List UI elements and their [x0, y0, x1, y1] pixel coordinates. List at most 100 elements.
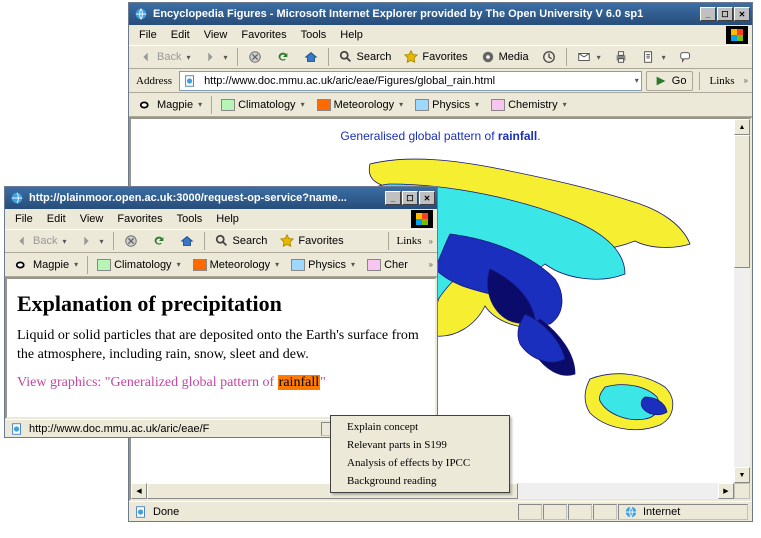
maximize-button[interactable]: ☐	[402, 191, 418, 205]
magpie-meteorology[interactable]: Meteorology ▾	[188, 255, 285, 275]
color-swatch	[97, 259, 111, 271]
home-button[interactable]	[174, 231, 200, 251]
go-button[interactable]: Go	[646, 71, 694, 91]
discuss-button[interactable]	[673, 47, 699, 67]
magpie-climatology[interactable]: Climatology▾	[216, 95, 309, 115]
home-icon	[303, 49, 319, 65]
close-button[interactable]: ✕	[419, 191, 435, 205]
magpie-item-label: Climatology	[114, 259, 171, 271]
highlighted-term[interactable]: rainfall	[278, 375, 320, 390]
address-input-wrap[interactable]: ▾	[179, 71, 642, 91]
magpie-climatology[interactable]: Climatology ▾	[92, 255, 185, 275]
ctx-analysis-ipcc[interactable]: Analysis of effects by IPCC	[333, 454, 507, 472]
v-scrollbar[interactable]: ▲ ▼	[734, 119, 750, 483]
menu-tools[interactable]: Tools	[295, 27, 333, 43]
chevron-down-icon: ▾	[399, 100, 403, 109]
refresh-button[interactable]	[270, 47, 296, 67]
magpie-button[interactable]: Magpie ▾	[133, 95, 207, 115]
history-button[interactable]	[536, 47, 562, 67]
minimize-button[interactable]: _	[385, 191, 401, 205]
address-input[interactable]	[202, 74, 629, 88]
magpie-chemistry[interactable]: Cher	[362, 255, 413, 275]
status-panel	[593, 504, 617, 520]
view-graphics-link[interactable]: View graphics: "Generalized global patte…	[17, 375, 425, 391]
scroll-down-button[interactable]: ▼	[734, 467, 750, 483]
search-button[interactable]: Search	[209, 231, 273, 251]
media-button[interactable]: Media	[475, 47, 534, 67]
stop-button[interactable]	[242, 47, 268, 67]
favorites-label: Favorites	[422, 51, 467, 63]
magpie-physics[interactable]: Physics▾	[410, 95, 484, 115]
status-url: http://www.doc.mmu.ac.uk/aric/eae/F	[29, 423, 317, 435]
refresh-button[interactable]	[146, 231, 172, 251]
chevron-down-icon: ▾	[177, 260, 181, 269]
chevron-right-icon[interactable]: »	[429, 260, 433, 269]
title-bar[interactable]: http://plainmoor.open.ac.uk:3000/request…	[5, 187, 437, 209]
title-bar[interactable]: Encyclopedia Figures - Microsoft Interne…	[129, 3, 752, 25]
toolbar-separator	[566, 48, 567, 66]
magpie-item-label: Meteorology	[210, 259, 271, 271]
menu-favorites[interactable]: Favorites	[111, 211, 168, 227]
search-label: Search	[233, 235, 268, 247]
menu-favorites[interactable]: Favorites	[235, 27, 292, 43]
chevron-down-icon: ▾	[186, 53, 190, 62]
back-button[interactable]: Back ▾	[133, 47, 195, 67]
window-control-buttons: _ ☐ ✕	[700, 7, 750, 21]
menu-file[interactable]: File	[133, 27, 163, 43]
close-button[interactable]: ✕	[734, 7, 750, 21]
history-icon	[541, 49, 557, 65]
magpie-physics[interactable]: Physics▾	[286, 255, 360, 275]
favorites-button[interactable]: Favorites	[398, 47, 472, 67]
print-button[interactable]	[608, 47, 634, 67]
scroll-right-button[interactable]: ▶	[718, 483, 734, 499]
back-button[interactable]: Back ▾	[9, 231, 71, 251]
mail-button[interactable]: ▾	[571, 47, 606, 67]
menu-file[interactable]: File	[9, 211, 39, 227]
magpie-meteorology[interactable]: Meteorology▾	[312, 95, 409, 115]
print-icon	[613, 49, 629, 65]
menu-view[interactable]: View	[74, 211, 110, 227]
zone-label: Internet	[643, 506, 680, 518]
magpie-chemistry[interactable]: Chemistry▾	[486, 95, 572, 115]
scroll-up-button[interactable]: ▲	[734, 119, 750, 135]
chevron-down-icon: ▾	[475, 100, 479, 109]
back-label: Back	[33, 235, 57, 247]
chevron-right-icon[interactable]: »	[429, 237, 433, 246]
search-button[interactable]: Search	[333, 47, 397, 67]
scroll-thumb[interactable]	[734, 135, 750, 268]
maximize-button[interactable]: ☐	[717, 7, 733, 21]
ctx-explain-concept[interactable]: Explain concept	[333, 418, 507, 436]
status-panel	[518, 504, 542, 520]
home-button[interactable]	[298, 47, 324, 67]
chevron-down-icon: ▾	[275, 260, 279, 269]
menu-help[interactable]: Help	[210, 211, 245, 227]
magpie-button[interactable]: Magpie▾	[9, 255, 83, 275]
color-swatch	[491, 99, 505, 111]
forward-button[interactable]: ▾	[197, 47, 232, 67]
scroll-left-button[interactable]: ◀	[131, 483, 147, 499]
menu-edit[interactable]: Edit	[41, 211, 72, 227]
magpie-label: Magpie	[157, 99, 193, 111]
favorites-button[interactable]: Favorites	[274, 231, 348, 251]
toolbar-separator	[237, 48, 238, 66]
edit-button[interactable]: ▾	[636, 47, 671, 67]
menu-tools[interactable]: Tools	[171, 211, 209, 227]
menu-edit[interactable]: Edit	[165, 27, 196, 43]
zone-panel: Internet	[618, 504, 748, 520]
status-panel	[568, 504, 592, 520]
search-label: Search	[357, 51, 392, 63]
links-label[interactable]: Links	[706, 75, 737, 87]
scroll-track[interactable]	[734, 135, 750, 467]
ctx-relevant-parts[interactable]: Relevant parts in S199	[333, 436, 507, 454]
links-label[interactable]: Links	[393, 235, 424, 247]
menu-view[interactable]: View	[198, 27, 234, 43]
chevron-down-icon[interactable]: ▾	[635, 76, 639, 85]
status-text: Done	[153, 506, 179, 518]
ctx-background-reading[interactable]: Background reading	[333, 472, 507, 490]
forward-button[interactable]: ▾	[73, 231, 108, 251]
stop-button[interactable]	[118, 231, 144, 251]
minimize-button[interactable]: _	[700, 7, 716, 21]
menu-help[interactable]: Help	[334, 27, 369, 43]
window-control-buttons: _ ☐ ✕	[385, 191, 435, 205]
chevron-right-icon[interactable]: »	[744, 76, 748, 85]
